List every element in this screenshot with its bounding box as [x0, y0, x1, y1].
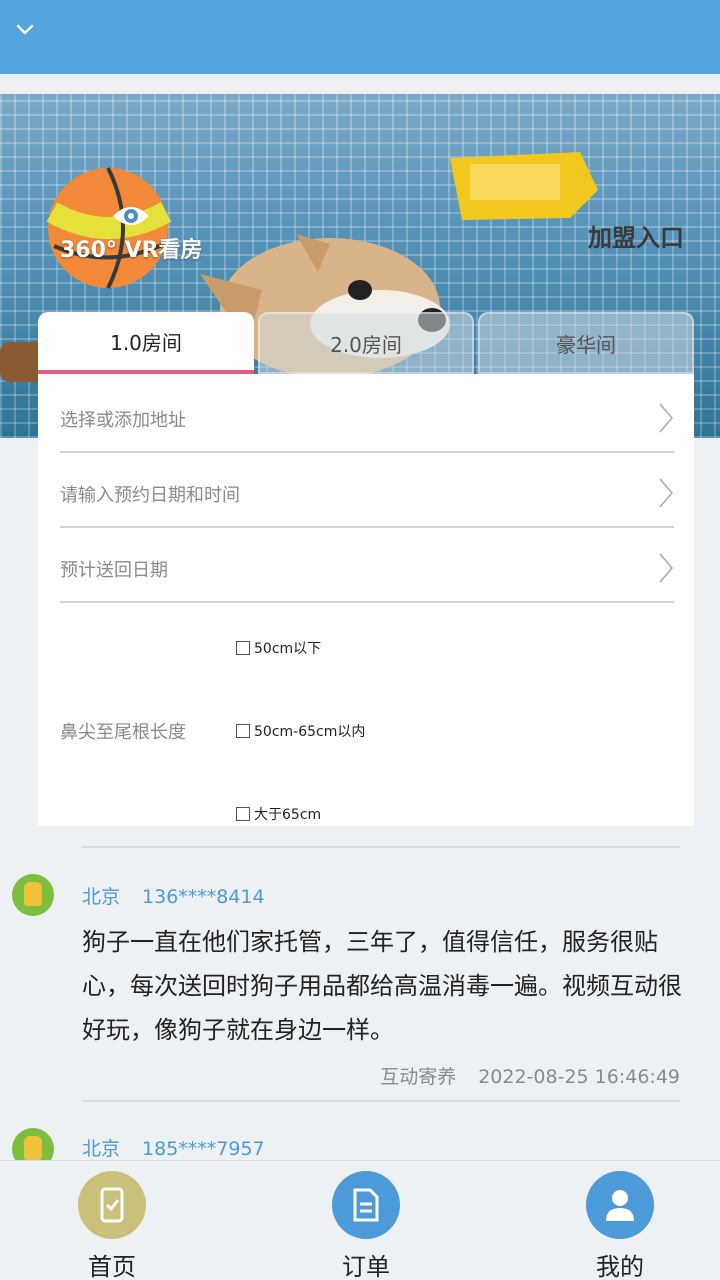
size-option-label: 50cm以下: [254, 641, 322, 657]
review-divider: [82, 846, 680, 848]
size-option-label: 50cm-65cm以内: [254, 724, 366, 740]
checkbox[interactable]: [236, 807, 250, 821]
size-option-small[interactable]: 50cm以下: [236, 638, 321, 658]
size-option-label: 大于65cm: [254, 807, 322, 823]
join-link[interactable]: 加盟入口: [588, 218, 684, 253]
vr-tour-button[interactable]: 360° VR看房: [60, 202, 203, 264]
checkbox[interactable]: [236, 724, 250, 738]
nav-profile-label: 我的: [596, 1253, 644, 1280]
review-city: 北京: [82, 886, 121, 908]
size-label: 鼻尖至尾根长度: [60, 722, 186, 743]
room-tabs: 1.0房间 2.0房间 豪华间: [38, 312, 694, 374]
nav-orders-label: 订单: [342, 1253, 390, 1280]
header-gap: [0, 74, 720, 94]
review-city: 北京: [82, 1138, 121, 1160]
tab-room-2[interactable]: 2.0房间: [258, 312, 474, 374]
phone-check-icon: [78, 1171, 146, 1239]
user-icon: [586, 1171, 654, 1239]
avatar: [12, 874, 54, 916]
address-placeholder: 选择或添加地址: [60, 410, 186, 431]
address-field[interactable]: 选择或添加地址: [60, 378, 674, 453]
tab-deluxe-room[interactable]: 豪华间: [478, 312, 694, 374]
review-service: 互动寄养: [380, 1066, 457, 1088]
nav-home[interactable]: 首页: [67, 1171, 157, 1280]
chevron-right-icon: [659, 553, 673, 583]
tab-room-1[interactable]: 1.0房间: [38, 312, 254, 374]
eye-icon: [113, 207, 150, 225]
top-bar: [0, 0, 720, 74]
appointment-field[interactable]: 请输入预约日期和时间: [60, 453, 674, 528]
review-content: 狗子一直在他们家托管，三年了，值得信任，服务很贴心，每次送回时狗子用品都给高温消…: [82, 928, 682, 1044]
booking-form: 选择或添加地址 请输入预约日期和时间 预计送回日期 鼻尖至尾根长度 50cm以下…: [38, 374, 694, 826]
checkbox[interactable]: [236, 641, 250, 655]
nav-orders[interactable]: 订单: [321, 1171, 411, 1280]
nav-profile[interactable]: 我的: [575, 1171, 665, 1280]
size-option-medium[interactable]: 50cm-65cm以内: [236, 721, 365, 741]
document-icon: [332, 1171, 400, 1239]
return-date-field[interactable]: 预计送回日期: [60, 528, 674, 603]
nav-home-label: 首页: [88, 1253, 136, 1280]
chevron-right-icon: [659, 478, 673, 508]
review-phone: 136****8414: [142, 886, 265, 908]
review-meta: 北京 136****8414: [82, 882, 265, 909]
chevron-right-icon: [659, 403, 673, 433]
review-meta: 北京 185****7957: [82, 1134, 265, 1161]
appointment-placeholder: 请输入预约日期和时间: [60, 485, 240, 506]
review-footer: 互动寄养 2022-08-25 16:46:49: [380, 1062, 680, 1089]
bottom-nav: 首页 订单 我的: [0, 1160, 720, 1280]
size-option-large[interactable]: 大于65cm: [236, 804, 321, 824]
review-divider: [82, 1100, 680, 1102]
vr-tour-label: 360° VR看房: [60, 238, 203, 263]
chevron-down-icon[interactable]: [14, 18, 36, 40]
review-time: 2022-08-25 16:46:49: [478, 1066, 680, 1088]
review-phone: 185****7957: [142, 1138, 265, 1160]
return-date-placeholder: 预计送回日期: [60, 560, 168, 581]
